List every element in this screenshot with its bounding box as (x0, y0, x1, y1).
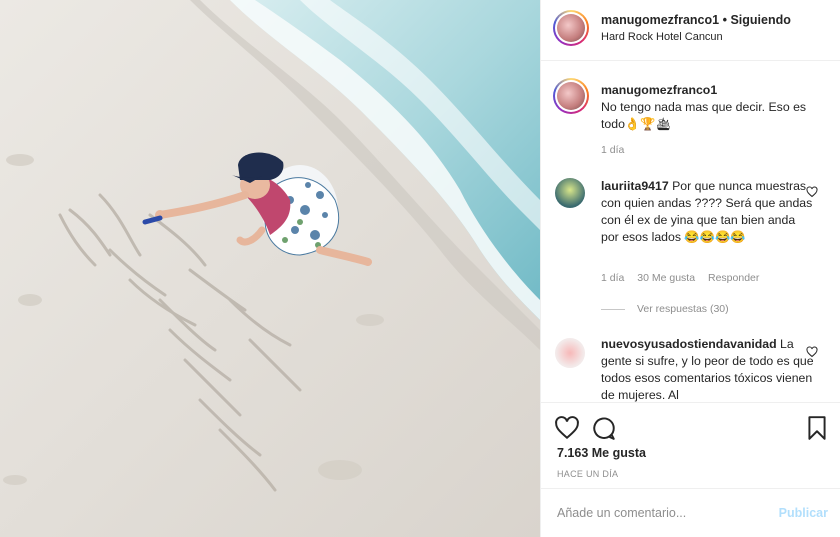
caption-time[interactable]: 1 día (601, 144, 624, 156)
comment-time[interactable]: 1 día (601, 272, 624, 284)
post-photo[interactable] (0, 0, 540, 537)
caption-avatar[interactable] (553, 78, 589, 114)
caption-meta: 1 día (601, 144, 634, 156)
separator-dot: • (722, 13, 727, 27)
author-line: manugomezfranco1 • Siguiendo (601, 13, 791, 27)
add-comment-bar: Añade un comentario... Publicar (541, 488, 840, 537)
comment-meta: 1 día 30 Me gusta Responder (601, 272, 769, 284)
comment-avatar[interactable] (555, 178, 585, 208)
heart-icon[interactable] (806, 346, 818, 358)
follow-status[interactable]: Siguiendo (730, 13, 790, 27)
post-time[interactable]: HACE UN DÍA (557, 469, 618, 479)
view-replies-label: Ver respuestas (30) (637, 303, 729, 315)
publish-button[interactable]: Publicar (779, 506, 828, 520)
bookmark-icon[interactable] (804, 415, 830, 441)
caption-text: No tengo nada mas que decir. Eso es todo… (601, 100, 807, 131)
view-replies-button[interactable]: Ver respuestas (30) (601, 303, 729, 315)
post-actions: 7.163 Me gusta HACE UN DÍA (541, 402, 840, 488)
comment-username[interactable]: lauriita9417 (601, 179, 669, 193)
comment-input[interactable]: Añade un comentario... (557, 506, 686, 520)
heart-icon[interactable] (806, 186, 818, 198)
likes-count[interactable]: 7.163 Me gusta (557, 446, 646, 460)
location-link[interactable]: Hard Rock Hotel Cancun (601, 31, 723, 43)
heart-icon[interactable] (554, 415, 580, 441)
author-username[interactable]: manugomezfranco1 (601, 13, 719, 27)
comment-body: nuevosyusadostiendavanidad La gente si s… (601, 336, 814, 402)
comment-likes[interactable]: 30 Me gusta (637, 272, 695, 284)
caption-username[interactable]: manugomezfranco1 (601, 83, 717, 97)
beach-scene (0, 0, 540, 537)
author-avatar[interactable] (553, 10, 589, 46)
comment-username[interactable]: nuevosyusadostiendavanidad (601, 337, 777, 351)
comment-avatar[interactable] (555, 338, 585, 368)
comment-body: lauriita9417 Por que nunca muestras con … (601, 178, 814, 246)
post-sidebar: manugomezfranco1 • Siguiendo Hard Rock H… (540, 0, 840, 537)
caption-body: manugomezfranco1 No tengo nada mas que d… (601, 82, 814, 133)
reply-button[interactable]: Responder (708, 272, 759, 284)
comment-icon[interactable] (591, 415, 617, 441)
post-header: manugomezfranco1 • Siguiendo Hard Rock H… (541, 0, 840, 61)
comments-list[interactable]: manugomezfranco1 No tengo nada mas que d… (541, 62, 840, 402)
